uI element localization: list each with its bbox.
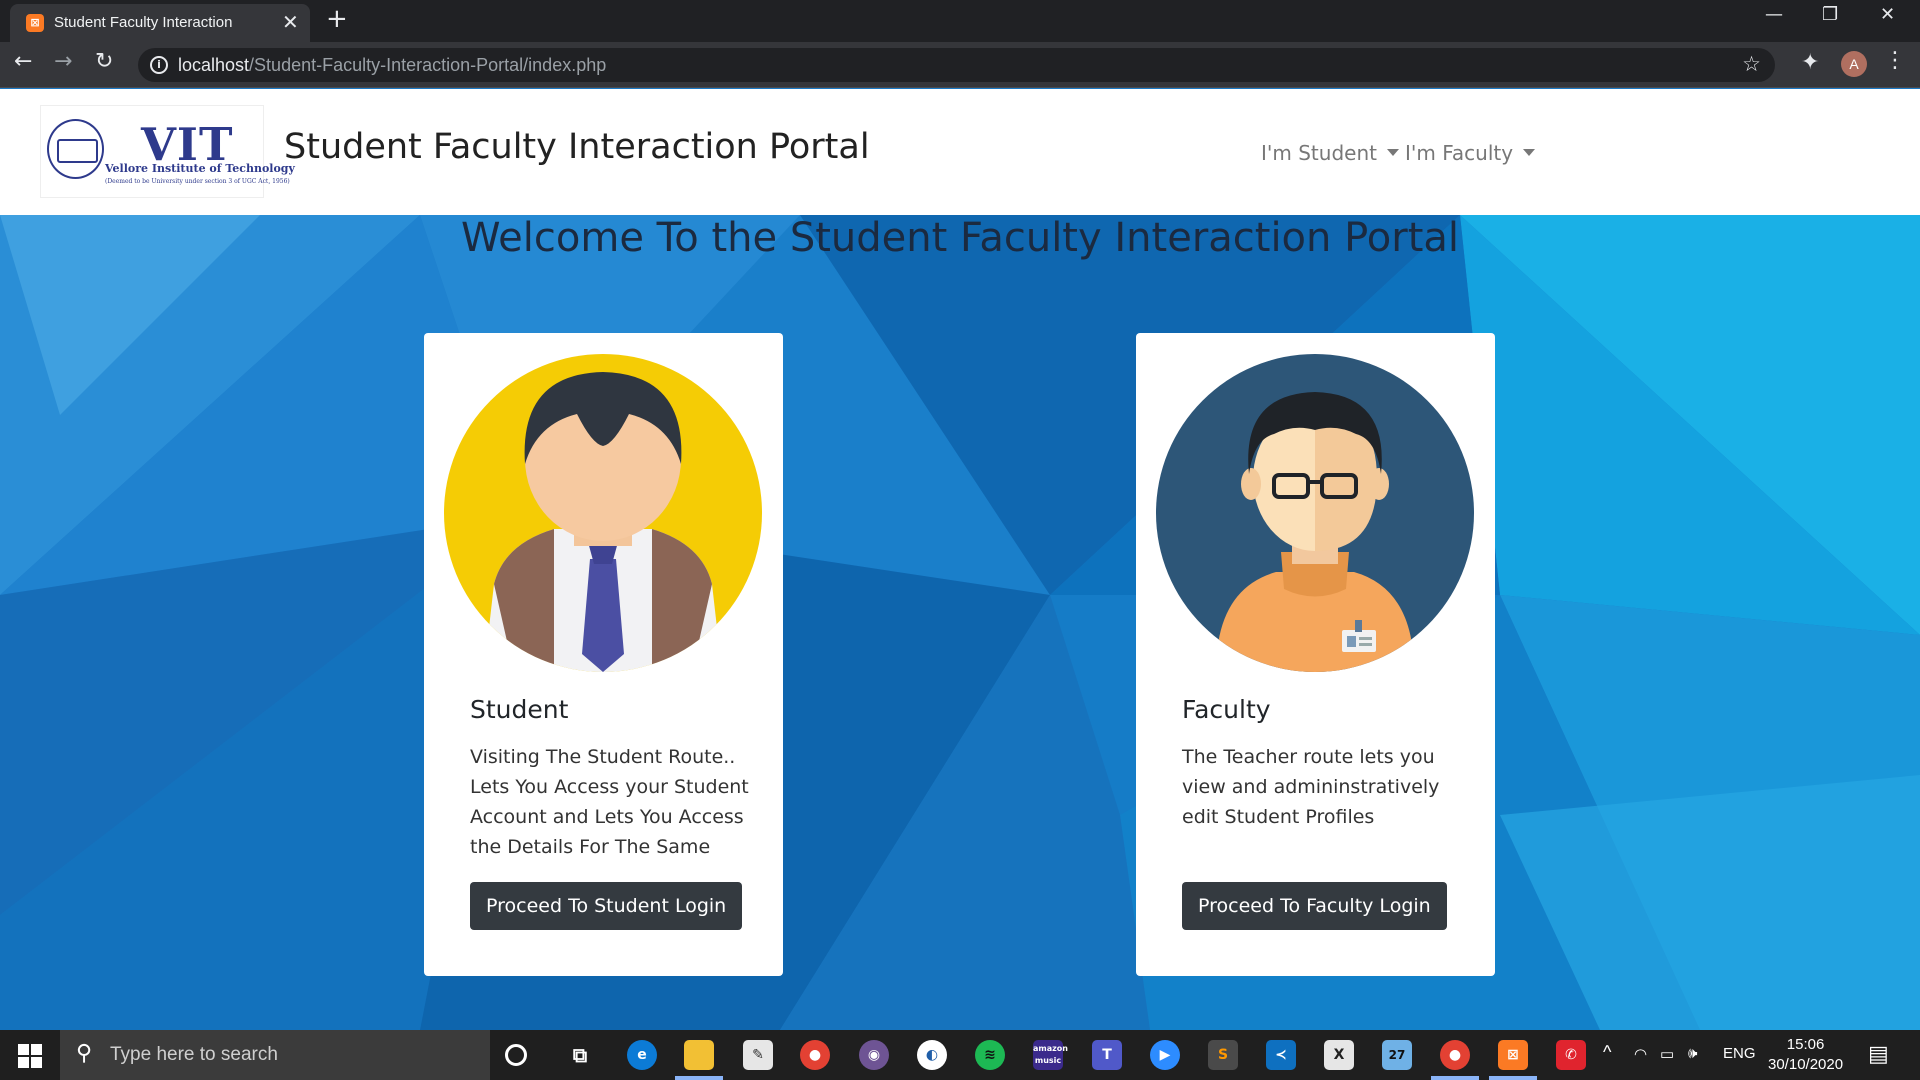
student-card-text: Visiting The Student Route.. Lets You Ac… [470, 746, 749, 858]
active-app-indicator [675, 1076, 723, 1080]
active-app-indicator [1489, 1076, 1537, 1080]
student-avatar-icon [444, 354, 762, 672]
search-icon: ⚲ [76, 1041, 93, 1066]
xampp-icon[interactable]: ⊠ [1498, 1040, 1528, 1070]
github-desktop-icon[interactable]: ◉ [859, 1040, 889, 1070]
back-icon[interactable]: ← [14, 49, 32, 74]
url-path: /Student-Faculty-Interaction-Portal/inde… [249, 55, 607, 75]
url-host: localhost [178, 55, 250, 75]
faculty-card-title: Faculty [1182, 695, 1271, 724]
caret-down-icon [1523, 149, 1536, 156]
reload-icon[interactable]: ↻ [95, 49, 113, 74]
window-close-icon[interactable]: ✕ [1880, 4, 1895, 25]
notification-center-icon[interactable]: ▤ [1868, 1042, 1889, 1067]
clock-date: 30/10/2020 [1768, 1056, 1844, 1073]
vit-logo[interactable]: VIT Vellore Institute of Technology (Dee… [40, 105, 295, 198]
browser-tab-strip: ⊠ Student Faculty Interaction ✕ + — ❐ ✕ [0, 0, 1920, 42]
task-view-icon[interactable]: ⧉ [565, 1040, 595, 1070]
new-tab-button[interactable]: + [326, 4, 348, 34]
vscode-icon[interactable]: ≺ [1266, 1040, 1296, 1070]
tab-close-icon[interactable]: ✕ [282, 10, 299, 34]
teams-icon[interactable]: T [1092, 1040, 1122, 1070]
site-info-icon[interactable]: i [150, 56, 168, 74]
cortana-icon[interactable] [505, 1044, 527, 1066]
files-badge-icon[interactable]: 27 [1382, 1040, 1412, 1070]
url-text[interactable]: localhost/Student-Faculty-Interaction-Po… [178, 55, 606, 76]
volume-icon[interactable]: 🕪 [1688, 1045, 1697, 1062]
faculty-login-button[interactable]: Proceed To Faculty Login [1182, 882, 1447, 930]
navbar-brand[interactable]: Student Faculty Interaction Portal [284, 127, 870, 167]
faculty-card: Faculty The Teacher route lets you view … [1136, 333, 1495, 976]
taskbar-search-placeholder: Type here to search [110, 1044, 278, 1065]
bookmark-star-icon[interactable]: ☆ [1742, 52, 1761, 76]
notepad-icon[interactable]: ✎ [743, 1040, 773, 1070]
vit-seal-icon [47, 119, 104, 179]
faculty-card-text: The Teacher route lets you view and admi… [1182, 746, 1440, 828]
faculty-avatar-icon [1156, 354, 1474, 672]
address-bar[interactable]: i localhost/Student-Faculty-Interaction-… [138, 48, 1775, 82]
tab-title: Student Faculty Interaction [54, 14, 233, 31]
xampp-favicon-icon: ⊠ [26, 14, 44, 32]
xcode-like-icon[interactable]: X [1324, 1040, 1354, 1070]
sublime-text-icon[interactable]: S [1208, 1040, 1238, 1070]
whatsapp-icon[interactable]: ✆ [1556, 1040, 1586, 1070]
wifi-icon[interactable]: ◠ [1634, 1045, 1647, 1063]
taskbar-clock[interactable]: 15:06 30/10/2020 [1768, 1035, 1843, 1075]
spotify-icon[interactable]: ≋ [975, 1040, 1005, 1070]
faculty-dropdown-label: I'm Faculty [1405, 141, 1514, 165]
welcome-heading: Welcome To the Student Faculty Interacti… [460, 215, 1460, 261]
extensions-puzzle-icon[interactable]: ✦ [1801, 50, 1819, 75]
browser-tab[interactable]: ⊠ Student Faculty Interaction ✕ [10, 4, 310, 42]
file-explorer-icon[interactable] [684, 1040, 714, 1070]
badge-count: 27 [1388, 1048, 1406, 1062]
restore-icon[interactable]: ❐ [1822, 4, 1838, 25]
student-dropdown[interactable]: I'm Student [1261, 141, 1399, 165]
battery-icon[interactable]: ▭ [1660, 1045, 1674, 1063]
student-dropdown-label: I'm Student [1261, 141, 1377, 165]
student-card-title: Student [470, 695, 569, 724]
active-app-indicator [1431, 1076, 1479, 1080]
blue-app-icon[interactable]: ◐ [917, 1040, 947, 1070]
forward-icon[interactable]: → [54, 49, 72, 74]
zoom-icon[interactable]: ▶ [1150, 1040, 1180, 1070]
logo-subtitle: Vellore Institute of Technology [105, 162, 295, 175]
student-card: Student Visiting The Student Route.. Let… [424, 333, 783, 976]
profile-avatar[interactable]: A [1841, 51, 1867, 77]
browser-menu-icon[interactable]: ⋮ [1884, 48, 1906, 73]
chrome-active-icon[interactable]: ● [1440, 1040, 1470, 1070]
windows-taskbar: ⚲ Type here to search ⧉ e ✎ ● ◉ ◐ ≋ amaz… [0, 1030, 1920, 1080]
windows-start-icon[interactable] [18, 1044, 42, 1068]
caret-down-icon [1386, 149, 1399, 156]
clock-time: 15:06 [1786, 1036, 1825, 1053]
language-indicator[interactable]: ENG [1723, 1045, 1756, 1062]
lowpoly-background [0, 215, 1920, 1030]
taskbar-search[interactable]: ⚲ Type here to search [60, 1030, 490, 1080]
browser-toolbar: ← → ↻ i localhost/Student-Faculty-Intera… [0, 42, 1920, 88]
logo-fine-print: (Deemed to be University under section 3… [105, 178, 290, 185]
minimize-icon[interactable]: — [1765, 4, 1783, 25]
faculty-dropdown[interactable]: I'm Faculty [1405, 141, 1536, 165]
chrome-icon[interactable]: ● [800, 1040, 830, 1070]
tray-expand-icon[interactable]: ^ [1603, 1042, 1611, 1063]
edge-icon[interactable]: e [627, 1040, 657, 1070]
amazon-music-icon[interactable]: amazon music [1033, 1040, 1068, 1070]
site-navbar: VIT Vellore Institute of Technology (Dee… [0, 89, 1920, 215]
student-login-button[interactable]: Proceed To Student Login [470, 882, 743, 930]
